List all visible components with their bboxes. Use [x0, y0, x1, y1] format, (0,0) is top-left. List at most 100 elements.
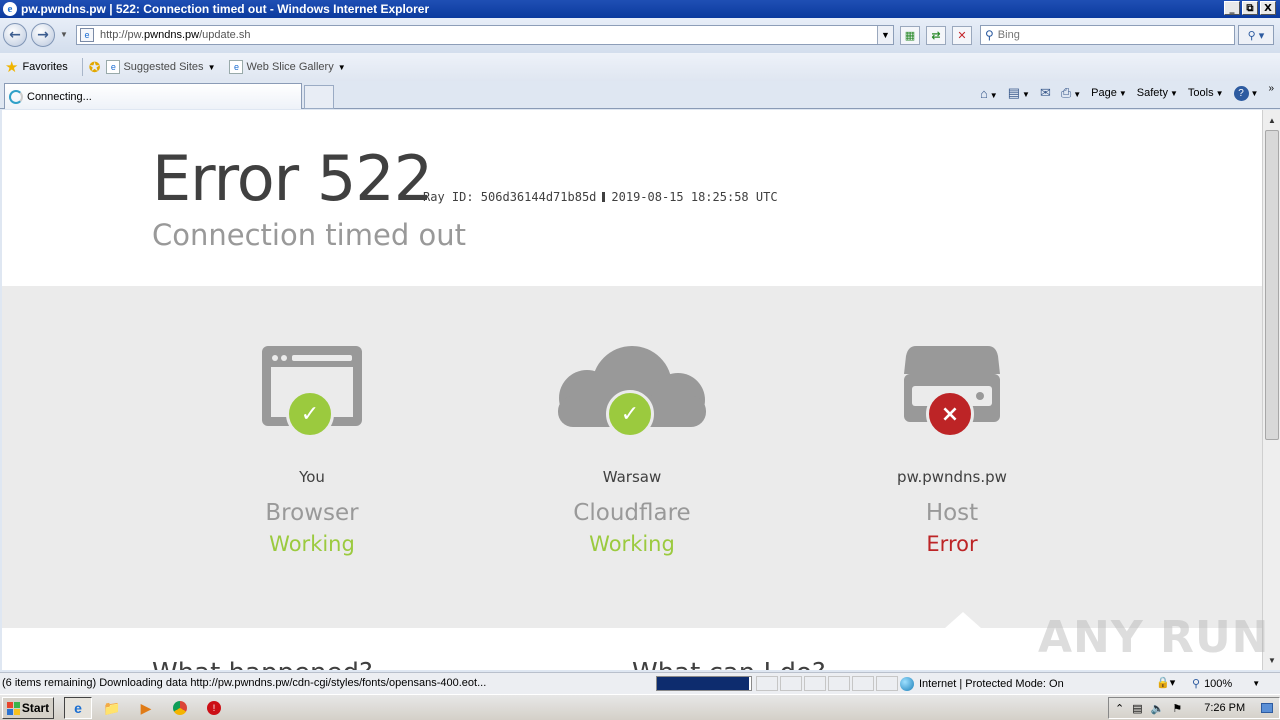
node-location: Warsaw [602, 468, 662, 486]
tab-bar: Connecting... ⌂ ▼ ▤ ▼ ✉ ⎙ ▼ Page ▼ Safety ▼ T… [0, 81, 1280, 109]
chevron-down-icon: ▼ [1250, 88, 1259, 98]
start-button[interactable]: Start [2, 697, 54, 719]
address-url[interactable]: http://pw.pwndns.pw/update.sh [100, 29, 250, 41]
page-menu[interactable]: Page ▼ [1091, 87, 1127, 99]
protected-mode-icon[interactable]: 🔒▾ [1156, 676, 1175, 689]
ie-logo-icon: e [3, 2, 17, 16]
close-window-button[interactable]: X [1260, 1, 1276, 15]
new-tab-button[interactable] [304, 85, 334, 109]
back-button[interactable]: ← [3, 23, 27, 47]
node-status: Error [926, 532, 978, 556]
chevron-down-icon: ▼ [1252, 679, 1261, 688]
opera-icon: ! [207, 701, 221, 715]
web-slice-gallery-link[interactable]: e Web Slice Gallery ▼ [229, 60, 346, 74]
address-dropdown-icon[interactable]: ▼ [877, 26, 893, 44]
stop-icon: ✕ [957, 29, 967, 42]
add-to-favorites-icon[interactable]: ✪ [89, 59, 101, 76]
feeds-button[interactable]: ▤ ▼ [1008, 85, 1030, 101]
compatibility-icon: ▦ [904, 29, 916, 42]
error-timestamp: 2019-08-15 18:25:58 UTC [611, 190, 778, 204]
network-icon[interactable]: ▤ [1132, 702, 1142, 715]
chevron-down-icon: ▼ [1215, 89, 1224, 98]
page-icon: e [229, 60, 244, 74]
taskbar-ie[interactable]: e [64, 697, 92, 719]
window-title: pw.pwndns.pw | 522: Connection timed out… [21, 2, 430, 16]
zoom-control[interactable]: ⚲ 100% ▼ [1192, 677, 1261, 691]
node-host: × pw.pwndns.pw Host Error [812, 336, 1092, 556]
status-cell [876, 676, 898, 691]
favorites-button[interactable]: Favorites [22, 61, 67, 73]
refresh-button[interactable]: ⇄ [926, 26, 946, 45]
progress-fill [657, 677, 750, 690]
what-happened-heading: What happened? [152, 658, 373, 670]
minimize-button[interactable]: _ [1224, 1, 1240, 15]
help-menu[interactable]: ? ▼ [1233, 85, 1259, 101]
chevron-down-icon: ▼ [1022, 90, 1030, 99]
page-icon: e [106, 60, 121, 74]
node-status: Working [269, 532, 355, 556]
node-browser: ✓ You Browser Working [172, 336, 452, 556]
search-input[interactable] [997, 29, 1218, 41]
clock[interactable]: 7:26 PM [1204, 702, 1245, 714]
security-zone[interactable]: Internet | Protected Mode: On [900, 677, 1064, 691]
chevron-down-icon: ▼ [1073, 90, 1082, 99]
vertical-scrollbar[interactable]: ▲ ▼ [1262, 110, 1280, 670]
error-code: Error 522 [152, 142, 433, 215]
taskbar-explorer[interactable]: 📁 [98, 697, 126, 719]
taskbar-opera[interactable]: ! [200, 697, 228, 719]
node-role: Host [925, 500, 979, 526]
taskbar-chrome[interactable] [166, 697, 194, 719]
suggested-sites-link[interactable]: e Suggested Sites ▼ [106, 60, 215, 74]
mail-icon[interactable]: ✉ [1040, 85, 1051, 101]
search-box[interactable]: ⚲ [980, 25, 1235, 45]
address-bar[interactable]: e http://pw.pwndns.pw/update.sh ▼ [76, 25, 894, 45]
taskbar-media[interactable]: ▶ [132, 697, 160, 719]
chevron-down-icon: ▼ [337, 62, 346, 72]
search-go-button[interactable]: ⚲ ▾ [1238, 25, 1274, 45]
node-role: Cloudflare [573, 500, 691, 526]
status-cell [852, 676, 874, 691]
windows-logo-icon [6, 701, 20, 715]
forward-button[interactable]: → [31, 23, 55, 47]
chevron-down-icon: ▼ [1118, 89, 1127, 98]
back-arrow-icon: ← [9, 27, 21, 43]
folder-icon: 📁 [103, 699, 121, 716]
node-role: Browser [265, 500, 359, 526]
zoom-icon: ⚲ [1192, 678, 1201, 690]
node-location: You [299, 468, 325, 486]
chevron-down-icon: ▼ [207, 62, 216, 72]
status-cell [756, 676, 778, 691]
restore-button[interactable]: ⧉ [1242, 1, 1258, 15]
browser-icon: ✓ [172, 336, 452, 446]
scroll-up-icon[interactable]: ▲ [1264, 112, 1280, 128]
chevron-more-icon[interactable]: » [1268, 83, 1274, 94]
flag-icon[interactable]: ⚑ [1172, 702, 1182, 715]
compatibility-view-button[interactable]: ▦ [900, 26, 920, 45]
history-dropdown-icon[interactable]: ▼ [60, 30, 68, 39]
error-x-badge-icon: × [926, 390, 974, 438]
favorites-bar: ★ Favorites ✪ e Suggested Sites ▼ e Web … [0, 53, 1280, 81]
divider [81, 58, 83, 76]
refresh-icon: ⇄ [931, 29, 941, 42]
tools-menu[interactable]: Tools ▼ [1188, 87, 1224, 99]
node-cloudflare: ✓ Warsaw Cloudflare Working [492, 336, 772, 556]
help-icon: ? [1233, 85, 1249, 101]
what-can-i-do-heading: What can I do? [632, 658, 826, 670]
volume-icon[interactable]: 🔈 [1151, 702, 1165, 715]
progress-bar [656, 676, 752, 691]
error-pointer [945, 612, 981, 628]
home-icon: ⌂ [979, 85, 988, 101]
system-tray: ⌃ ▤ 🔈 ⚑ 7:26 PM [1108, 697, 1280, 719]
show-desktop-icon[interactable] [1261, 703, 1274, 713]
home-button[interactable]: ⌂ ▼ [980, 86, 998, 101]
favorites-star-icon[interactable]: ★ [5, 58, 18, 76]
print-button[interactable]: ⎙ ▼ [1061, 85, 1081, 101]
stop-button[interactable]: ✕ [952, 26, 972, 45]
safety-menu[interactable]: Safety ▼ [1137, 87, 1178, 99]
check-badge-icon: ✓ [606, 390, 654, 438]
server-icon: × [812, 336, 1092, 446]
tab-current[interactable]: Connecting... [4, 83, 302, 109]
tray-expand-icon[interactable]: ⌃ [1115, 702, 1124, 715]
window-titlebar: e pw.pwndns.pw | 522: Connection timed o… [0, 0, 1280, 18]
scroll-thumb[interactable] [1265, 130, 1279, 440]
